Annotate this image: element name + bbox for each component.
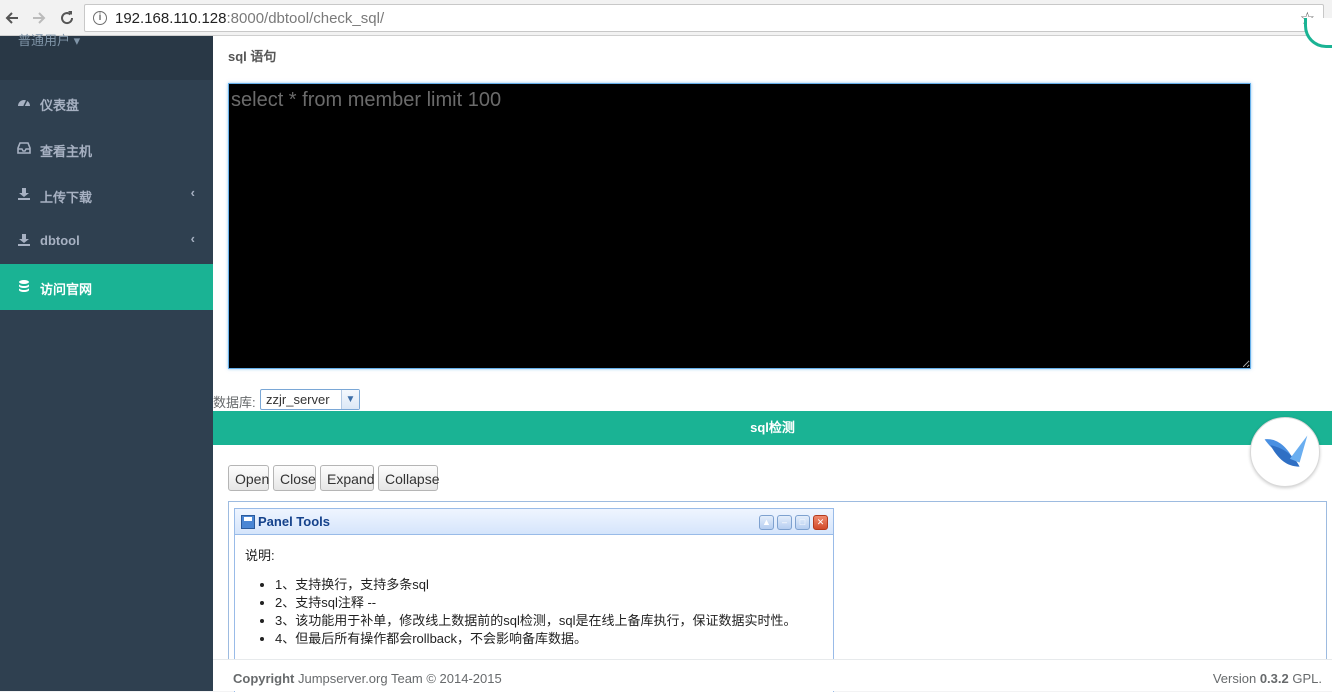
version-text: Version 0.3.2 GPL.: [1213, 671, 1322, 686]
info-icon[interactable]: i: [93, 11, 107, 25]
collapse-up-icon[interactable]: ▲: [759, 515, 774, 530]
database-label: 数据库:: [213, 395, 256, 410]
inbox-icon: [17, 142, 31, 154]
save-icon: [241, 515, 255, 529]
url-host: 192.168.110.128: [115, 10, 227, 27]
tree-open-button[interactable]: Open: [228, 465, 269, 491]
database-selected-value: zzjr_server: [266, 392, 330, 407]
sql-textarea[interactable]: select * from member limit 100: [228, 83, 1251, 369]
download-icon: [18, 188, 30, 200]
chevron-down-icon: ▼: [341, 390, 359, 409]
database-select[interactable]: zzjr_server ▼: [260, 389, 360, 410]
close-icon[interactable]: ✕: [813, 515, 828, 530]
panel-header: Panel Tools ▲ – □ ✕: [235, 509, 833, 535]
sidebar-item-hosts[interactable]: 查看主机: [0, 126, 213, 172]
download-icon: [18, 234, 30, 246]
panel-heading: 说明:: [245, 548, 275, 563]
list-item: 1、支持换行，支持多条sql: [275, 576, 796, 594]
minimize-icon[interactable]: –: [777, 515, 792, 530]
forward-arrow-icon[interactable]: [27, 6, 51, 30]
sidebar-item-label: dbtool: [40, 233, 80, 248]
sidebar-item-official-site[interactable]: 访问官网: [0, 264, 213, 310]
list-item: 4、但最后所有操作都会rollback，不会影响备库数据。: [275, 630, 796, 648]
sql-check-button[interactable]: sql检测: [213, 411, 1332, 445]
maximize-icon[interactable]: □: [795, 515, 810, 530]
sidebar-item-label: 访问官网: [40, 282, 93, 297]
address-bar[interactable]: i 192.168.110.128:8000/dbtool/check_sql/…: [84, 4, 1324, 32]
sidebar-item-label: 上传下载: [40, 190, 93, 205]
reload-icon[interactable]: [55, 6, 79, 30]
footer: Copyright Jumpserver.org Team © 2014-201…: [213, 659, 1332, 691]
copyright-owner: Jumpserver.org Team © 2014-2015: [294, 671, 502, 686]
user-role-dropdown[interactable]: 普通用户 ▾: [18, 30, 80, 49]
main-content: sql 语句 select * from member limit 100 数据…: [213, 18, 1332, 692]
user-role-label: 普通用户: [18, 33, 71, 48]
version-suffix: GPL.: [1288, 671, 1322, 686]
url-text: 192.168.110.128:8000/dbtool/check_sql/: [115, 10, 384, 27]
chevron-left-icon: ‹: [190, 185, 195, 200]
database-icon: [19, 280, 29, 292]
url-path: :8000/dbtool/check_sql/: [226, 10, 385, 27]
sidebar: 普通用户 ▾ 仪表盘 查看主机 上传下载 ‹ dbtool ‹ 访问官网: [0, 33, 213, 691]
dashboard-icon: [18, 99, 30, 107]
sidebar-item-dashboard[interactable]: 仪表盘: [0, 80, 213, 126]
tree-collapse-button[interactable]: Collapse: [378, 465, 439, 491]
sidebar-profile: 普通用户 ▾: [0, 33, 213, 80]
list-item: 2、支持sql注释 --: [275, 594, 796, 612]
sidebar-item-label: 仪表盘: [40, 98, 80, 113]
instruction-list: 1、支持换行，支持多条sql 2、支持sql注释 -- 3、该功能用于补单，修改…: [245, 576, 796, 648]
settings-corner-button[interactable]: [1304, 18, 1332, 48]
back-arrow-icon[interactable]: [0, 6, 24, 30]
sql-statement-label: sql 语句: [228, 49, 277, 64]
sidebar-item-dbtool[interactable]: dbtool ‹: [0, 218, 213, 264]
sidebar-item-label: 查看主机: [40, 144, 93, 159]
tree-close-button[interactable]: Close: [273, 465, 316, 491]
version-number: 0.3.2: [1259, 671, 1289, 686]
sidebar-item-upload-download[interactable]: 上传下载 ‹: [0, 172, 213, 218]
tree-expand-button[interactable]: Expand: [320, 465, 374, 491]
bird-logo-icon[interactable]: [1250, 417, 1320, 487]
list-item: 3、该功能用于补单，修改线上数据前的sql检测，sql是在线上备库执行，保证数据…: [275, 612, 796, 630]
panel-body: 说明: 1、支持换行，支持多条sql 2、支持sql注释 -- 3、该功能用于补…: [245, 545, 796, 648]
panel-title: Panel Tools: [258, 514, 330, 529]
version-prefix: Version: [1212, 671, 1260, 686]
copyright-label: Copyright: [233, 671, 295, 686]
copyright-text: Copyright Jumpserver.org Team © 2014-201…: [233, 671, 502, 686]
browser-toolbar: i 192.168.110.128:8000/dbtool/check_sql/…: [0, 0, 1332, 36]
chevron-left-icon: ‹: [190, 231, 195, 246]
